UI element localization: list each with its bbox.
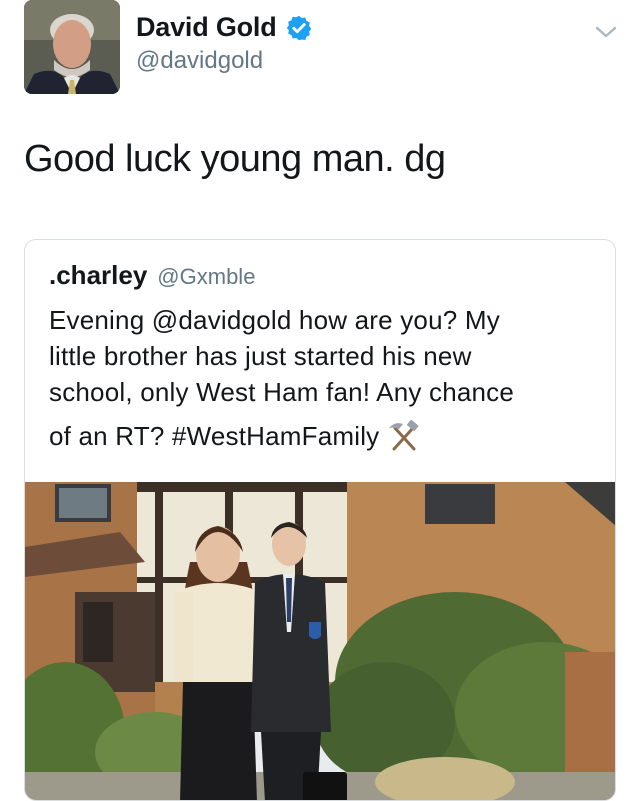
verified-badge-icon	[286, 15, 311, 40]
quoted-text-line: school, only West Ham fan! Any chance	[49, 377, 515, 407]
avatar-image	[24, 0, 120, 94]
quoted-author-handle: @Gxmble	[157, 264, 256, 289]
author-display-name[interactable]: David Gold	[136, 12, 277, 43]
quoted-text-line: of an RT? #WestHamFamily	[49, 421, 380, 451]
hammer-and-pick-icon	[389, 419, 419, 451]
quoted-text-line: little brother has just started his new	[49, 341, 472, 371]
quoted-author-name: .charley	[49, 260, 148, 290]
quoted-tweet-header: .charley @Gxmble	[49, 260, 255, 291]
author-name-row[interactable]: David Gold	[136, 12, 313, 43]
tweet-text: Good luck young man. dg	[24, 138, 446, 180]
quoted-tweet-text: Evening @davidgold how are you? My littl…	[49, 302, 597, 454]
quoted-text-line: Evening @davidgold how are you? My	[49, 305, 500, 335]
quoted-tweet-photo[interactable]	[25, 482, 615, 800]
author-avatar[interactable]	[24, 0, 120, 94]
chevron-down-icon[interactable]	[594, 22, 618, 42]
quoted-text-line-last: of an RT? #WestHamFamily	[49, 418, 597, 454]
author-handle[interactable]: @davidgold	[136, 47, 263, 75]
quoted-tweet-card[interactable]: .charley @Gxmble Evening @davidgold how …	[24, 239, 616, 801]
photo-illustration	[25, 482, 615, 800]
